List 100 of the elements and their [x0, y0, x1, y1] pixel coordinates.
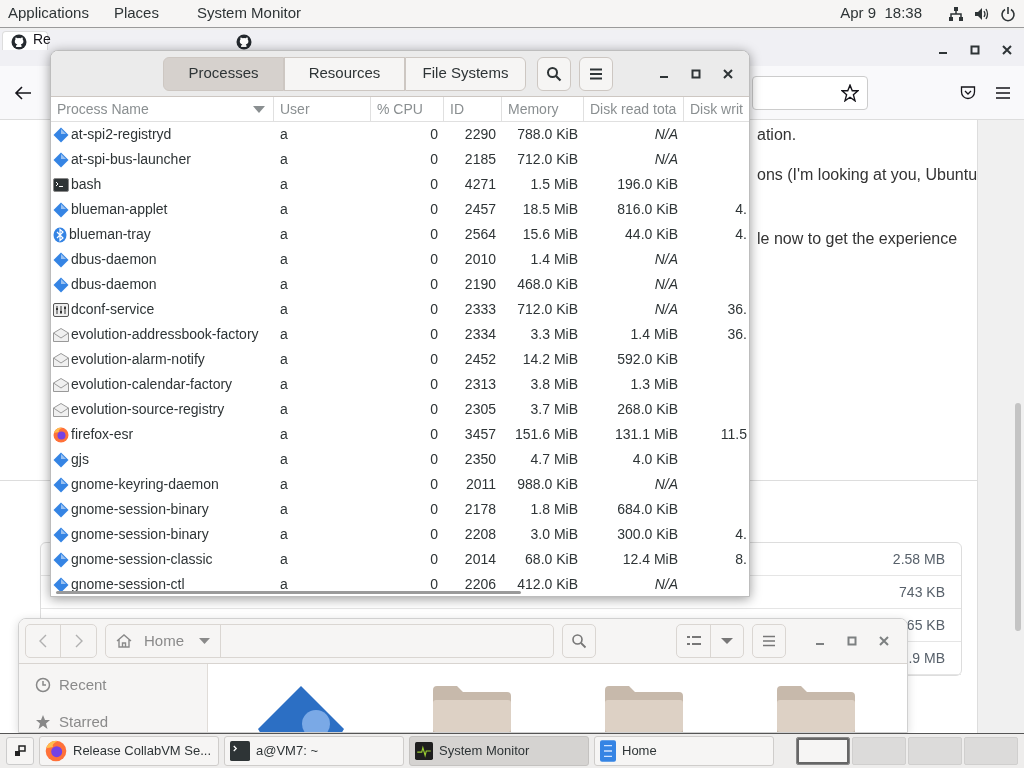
memory-cell: 468.0 KiB	[517, 276, 578, 292]
id-cell: 2452	[464, 351, 496, 367]
column-header[interactable]: % CPU	[371, 97, 444, 121]
id-cell: 2010	[464, 251, 496, 267]
id-cell: 4271	[464, 176, 496, 192]
id-cell: 2011	[465, 476, 496, 492]
user-cell: a	[280, 201, 288, 217]
disk-read-cell: N/A	[654, 276, 678, 292]
top-menu[interactable]: Applications	[8, 2, 89, 25]
disk-read-cell: 131.1 MiB	[614, 426, 678, 442]
id-cell: 2334	[464, 326, 496, 342]
taskbar-window-button[interactable]: a@VM7: ~	[224, 736, 404, 766]
file-size: 2.58 MB	[892, 549, 945, 569]
process-name: evolution-addressbook-factory	[71, 325, 259, 344]
cpu-cell: 0	[430, 426, 438, 442]
user-cell: a	[280, 276, 288, 292]
browser-tab[interactable]: Re	[2, 31, 48, 50]
file-size: 65 KB	[906, 615, 945, 635]
memory-cell: 3.8 MiB	[530, 376, 578, 392]
memory-cell: 68.0 KiB	[525, 551, 578, 567]
disk-read-cell: N/A	[654, 576, 678, 592]
user-cell: a	[280, 226, 288, 242]
taskbar-window-button[interactable]: Release CollabVM Se...	[39, 736, 219, 766]
disk-read-cell: 684.0 KiB	[617, 501, 678, 517]
disk-write-cell-text: 4.	[735, 525, 747, 544]
memory-cell: 1.8 MiB	[530, 501, 578, 517]
disk-read-cell: N/A	[654, 126, 678, 142]
view-tab[interactable]: File Systems	[405, 56, 526, 91]
process-name: gjs	[71, 450, 89, 469]
taskbar-window-button[interactable]: Home	[594, 736, 774, 766]
disk-write-cell-text: 36.	[727, 325, 747, 344]
user-cell: a	[280, 176, 288, 192]
id-cell: 2206	[464, 576, 496, 592]
disk-read-cell: 1.4 MiB	[630, 326, 678, 342]
view-tab[interactable]: Resources	[284, 56, 405, 91]
id-cell: 2185	[464, 151, 496, 167]
memory-cell: 1.4 MiB	[530, 251, 578, 267]
user-cell: a	[280, 401, 288, 417]
id-cell: 2313	[464, 376, 496, 392]
user-cell: a	[280, 151, 288, 167]
process-name: evolution-calendar-factory	[71, 375, 233, 394]
user-cell: a	[280, 126, 288, 142]
cpu-cell: 0	[430, 226, 438, 242]
disk-read-cell: N/A	[654, 151, 678, 167]
disk-read-cell: 300.0 KiB	[617, 526, 678, 542]
process-name: at-spi-bus-launcher	[71, 150, 191, 169]
disk-read-cell: N/A	[654, 301, 678, 317]
process-name: gnome-session-binary	[71, 525, 209, 544]
disk-write-cell-text: 4.	[735, 225, 747, 244]
cpu-cell: 0	[430, 326, 438, 342]
cpu-cell: 0	[430, 351, 438, 367]
paragraph-text: le now to get the experience	[757, 229, 959, 249]
cpu-cell: 0	[430, 401, 438, 417]
user-cell: a	[280, 426, 288, 442]
view-tab[interactable]: Processes	[163, 56, 284, 91]
memory-cell: 1.5 MiB	[530, 176, 578, 192]
paragraph-text: ation.	[757, 125, 798, 145]
memory-cell: 412.0 KiB	[517, 576, 578, 592]
cpu-cell: 0	[430, 301, 438, 317]
user-cell: a	[280, 576, 288, 592]
disk-read-cell: 1.3 MiB	[630, 376, 678, 392]
id-cell: 2290	[464, 126, 496, 142]
disk-read-cell: 816.0 KiB	[617, 201, 678, 217]
memory-cell: 151.6 MiB	[514, 426, 578, 442]
id-cell: 2333	[464, 301, 496, 317]
top-menu[interactable]: System Monitor	[196, 2, 302, 25]
process-name: gnome-session-binary	[71, 500, 209, 519]
cpu-cell: 0	[430, 376, 438, 392]
memory-cell: 712.0 KiB	[517, 301, 578, 317]
cpu-cell: 0	[430, 176, 438, 192]
process-name: dbus-daemon	[71, 250, 157, 269]
process-name: dbus-daemon	[71, 275, 157, 294]
process-name: gnome-keyring-daemon	[71, 475, 219, 494]
top-menu[interactable]: Places	[113, 2, 159, 25]
user-cell: a	[280, 501, 288, 517]
memory-cell: 3.0 MiB	[530, 526, 578, 542]
user-cell: a	[280, 376, 288, 392]
process-name: evolution-alarm-notify	[71, 350, 205, 369]
cpu-cell: 0	[430, 251, 438, 267]
user-cell: a	[280, 351, 288, 367]
disk-read-cell: 592.0 KiB	[617, 351, 678, 367]
user-cell: a	[280, 251, 288, 267]
id-cell: 2305	[464, 401, 496, 417]
process-name: blueman-tray	[69, 225, 151, 244]
user-cell: a	[280, 551, 288, 567]
cpu-cell: 0	[430, 476, 438, 492]
cpu-cell: 0	[430, 551, 438, 567]
location-label: Home	[144, 630, 184, 651]
disk-read-cell: 4.0 KiB	[632, 451, 678, 467]
id-cell: 2208	[464, 526, 496, 542]
taskbar-window-button[interactable]: System Monitor	[409, 736, 589, 766]
memory-cell: 15.6 MiB	[522, 226, 578, 242]
file-size: .9 MB	[908, 648, 945, 668]
cpu-cell: 0	[430, 201, 438, 217]
id-cell: 2457	[464, 201, 496, 217]
cpu-cell: 0	[430, 526, 438, 542]
clock[interactable]: Apr 9 18:38	[840, 2, 922, 25]
user-cell: a	[280, 476, 288, 492]
process-name: firefox-esr	[71, 425, 134, 444]
process-name: dconf-service	[71, 300, 155, 319]
